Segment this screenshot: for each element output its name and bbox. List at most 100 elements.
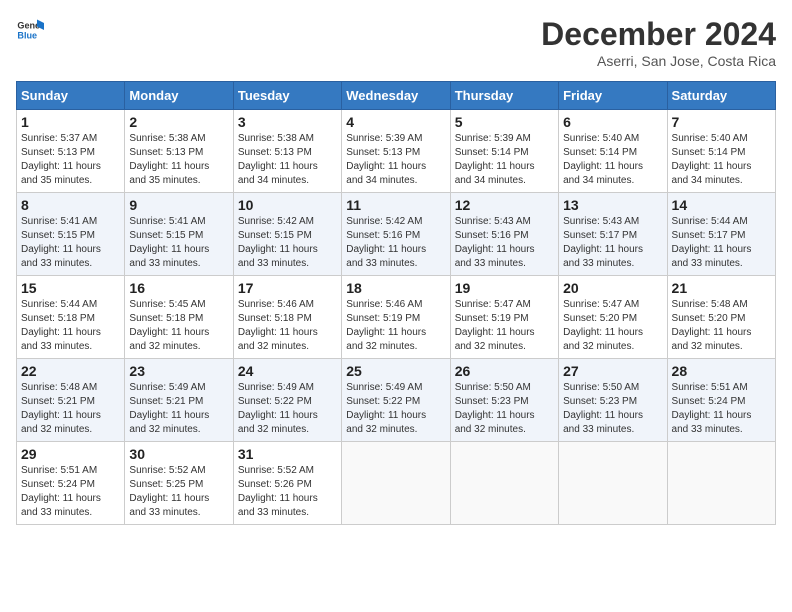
day-number: 13 [563, 197, 662, 213]
day-info: Sunrise: 5:40 AM Sunset: 5:14 PM Dayligh… [672, 132, 771, 188]
day-info: Sunrise: 5:45 AM Sunset: 5:18 PM Dayligh… [129, 298, 228, 354]
day-number: 5 [455, 114, 554, 130]
title-block: December 2024 Aserri, San Jose, Costa Ri… [541, 16, 776, 69]
day-info: Sunrise: 5:48 AM Sunset: 5:20 PM Dayligh… [672, 298, 771, 354]
logo: General Blue [16, 16, 44, 44]
day-info: Sunrise: 5:43 AM Sunset: 5:16 PM Dayligh… [455, 215, 554, 271]
calendar-cell [450, 442, 558, 525]
day-info: Sunrise: 5:42 AM Sunset: 5:16 PM Dayligh… [346, 215, 445, 271]
calendar-cell: 28 Sunrise: 5:51 AM Sunset: 5:24 PM Dayli… [667, 359, 775, 442]
day-info: Sunrise: 5:51 AM Sunset: 5:24 PM Dayligh… [672, 381, 771, 437]
calendar-cell: 29Sunrise: 5:51 AM Sunset: 5:24 PM Dayli… [17, 442, 125, 525]
day-info: Sunrise: 5:50 AM Sunset: 5:23 PM Dayligh… [563, 381, 662, 437]
day-number: 16 [129, 280, 228, 296]
calendar-cell: 8 Sunrise: 5:41 AM Sunset: 5:15 PM Daylig… [17, 193, 125, 276]
day-info: Sunrise: 5:41 AM Sunset: 5:15 PM Dayligh… [129, 215, 228, 271]
day-info: Sunrise: 5:47 AM Sunset: 5:19 PM Dayligh… [455, 298, 554, 354]
day-info: Sunrise: 5:46 AM Sunset: 5:18 PM Dayligh… [238, 298, 337, 354]
calendar-cell: 12 Sunrise: 5:43 AM Sunset: 5:16 PM Dayli… [450, 193, 558, 276]
day-info: Sunrise: 5:42 AM Sunset: 5:15 PM Dayligh… [238, 215, 337, 271]
day-number: 4 [346, 114, 445, 130]
day-number: 6 [563, 114, 662, 130]
calendar-row: 8 Sunrise: 5:41 AM Sunset: 5:15 PM Daylig… [17, 193, 776, 276]
day-number: 14 [672, 197, 771, 213]
day-number: 17 [238, 280, 337, 296]
header-day: Sunday [17, 82, 125, 110]
day-number: 20 [563, 280, 662, 296]
day-info: Sunrise: 5:43 AM Sunset: 5:17 PM Dayligh… [563, 215, 662, 271]
day-info: Sunrise: 5:52 AM Sunset: 5:26 PM Dayligh… [238, 464, 337, 520]
page-header: General Blue December 2024 Aserri, San J… [16, 16, 776, 69]
day-info: Sunrise: 5:49 AM Sunset: 5:21 PM Dayligh… [129, 381, 228, 437]
day-info: Sunrise: 5:46 AM Sunset: 5:19 PM Dayligh… [346, 298, 445, 354]
day-info: Sunrise: 5:49 AM Sunset: 5:22 PM Dayligh… [346, 381, 445, 437]
calendar-cell: 31Sunrise: 5:52 AM Sunset: 5:26 PM Dayli… [233, 442, 341, 525]
calendar-cell: 21Sunrise: 5:48 AM Sunset: 5:20 PM Dayli… [667, 276, 775, 359]
day-info: Sunrise: 5:48 AM Sunset: 5:21 PM Dayligh… [21, 381, 120, 437]
calendar-cell: 17 Sunrise: 5:46 AM Sunset: 5:18 PM Dayli… [233, 276, 341, 359]
calendar-cell: 24Sunrise: 5:49 AM Sunset: 5:22 PM Dayli… [233, 359, 341, 442]
calendar-cell: 18Sunrise: 5:46 AM Sunset: 5:19 PM Dayli… [342, 276, 450, 359]
calendar-cell: 6 Sunrise: 5:40 AM Sunset: 5:14 PM Daylig… [559, 110, 667, 193]
calendar-cell [667, 442, 775, 525]
day-info: Sunrise: 5:40 AM Sunset: 5:14 PM Dayligh… [563, 132, 662, 188]
calendar-cell: 10 Sunrise: 5:42 AM Sunset: 5:15 PM Dayli… [233, 193, 341, 276]
header-day: Tuesday [233, 82, 341, 110]
calendar-cell [342, 442, 450, 525]
calendar-cell: 11 Sunrise: 5:42 AM Sunset: 5:16 PM Dayli… [342, 193, 450, 276]
calendar-cell: 14 Sunrise: 5:44 AM Sunset: 5:17 PM Dayli… [667, 193, 775, 276]
calendar-cell: 25 Sunrise: 5:49 AM Sunset: 5:22 PM Dayli… [342, 359, 450, 442]
header-day: Wednesday [342, 82, 450, 110]
calendar-cell: 2 Sunrise: 5:38 AM Sunset: 5:13 PM Daylig… [125, 110, 233, 193]
calendar-cell: 23 Sunrise: 5:49 AM Sunset: 5:21 PM Dayli… [125, 359, 233, 442]
calendar-cell: 20Sunrise: 5:47 AM Sunset: 5:20 PM Dayli… [559, 276, 667, 359]
day-number: 8 [21, 197, 120, 213]
day-info: Sunrise: 5:49 AM Sunset: 5:22 PM Dayligh… [238, 381, 337, 437]
calendar-cell: 5 Sunrise: 5:39 AM Sunset: 5:14 PM Daylig… [450, 110, 558, 193]
calendar-cell: 4 Sunrise: 5:39 AM Sunset: 5:13 PM Daylig… [342, 110, 450, 193]
day-number: 9 [129, 197, 228, 213]
calendar-row: 29Sunrise: 5:51 AM Sunset: 5:24 PM Dayli… [17, 442, 776, 525]
day-info: Sunrise: 5:44 AM Sunset: 5:17 PM Dayligh… [672, 215, 771, 271]
day-info: Sunrise: 5:39 AM Sunset: 5:14 PM Dayligh… [455, 132, 554, 188]
calendar-cell: 1 Sunrise: 5:37 AM Sunset: 5:13 PM Daylig… [17, 110, 125, 193]
calendar-cell: 19 Sunrise: 5:47 AM Sunset: 5:19 PM Dayli… [450, 276, 558, 359]
day-info: Sunrise: 5:51 AM Sunset: 5:24 PM Dayligh… [21, 464, 120, 520]
calendar-cell: 7 Sunrise: 5:40 AM Sunset: 5:14 PM Daylig… [667, 110, 775, 193]
logo-icon: General Blue [16, 16, 44, 44]
calendar-table: SundayMondayTuesdayWednesdayThursdayFrid… [16, 81, 776, 525]
day-number: 2 [129, 114, 228, 130]
header-row: SundayMondayTuesdayWednesdayThursdayFrid… [17, 82, 776, 110]
calendar-cell: 3Sunrise: 5:38 AM Sunset: 5:13 PM Daylig… [233, 110, 341, 193]
calendar-row: 15 Sunrise: 5:44 AM Sunset: 5:18 PM Dayli… [17, 276, 776, 359]
day-info: Sunrise: 5:50 AM Sunset: 5:23 PM Dayligh… [455, 381, 554, 437]
day-info: Sunrise: 5:41 AM Sunset: 5:15 PM Dayligh… [21, 215, 120, 271]
day-number: 19 [455, 280, 554, 296]
day-info: Sunrise: 5:44 AM Sunset: 5:18 PM Dayligh… [21, 298, 120, 354]
day-number: 25 [346, 363, 445, 379]
day-number: 28 [672, 363, 771, 379]
calendar-cell: 9 Sunrise: 5:41 AM Sunset: 5:15 PM Daylig… [125, 193, 233, 276]
day-number: 7 [672, 114, 771, 130]
day-number: 12 [455, 197, 554, 213]
day-info: Sunrise: 5:38 AM Sunset: 5:13 PM Dayligh… [129, 132, 228, 188]
day-info: Sunrise: 5:39 AM Sunset: 5:13 PM Dayligh… [346, 132, 445, 188]
calendar-cell: 22 Sunrise: 5:48 AM Sunset: 5:21 PM Dayli… [17, 359, 125, 442]
day-number: 23 [129, 363, 228, 379]
day-number: 11 [346, 197, 445, 213]
calendar-cell: 30Sunrise: 5:52 AM Sunset: 5:25 PM Dayli… [125, 442, 233, 525]
header-day: Saturday [667, 82, 775, 110]
day-info: Sunrise: 5:38 AM Sunset: 5:13 PM Dayligh… [238, 132, 337, 188]
day-number: 30 [129, 446, 228, 462]
day-number: 22 [21, 363, 120, 379]
day-info: Sunrise: 5:37 AM Sunset: 5:13 PM Dayligh… [21, 132, 120, 188]
day-number: 26 [455, 363, 554, 379]
day-number: 15 [21, 280, 120, 296]
calendar-cell: 27 Sunrise: 5:50 AM Sunset: 5:23 PM Dayli… [559, 359, 667, 442]
calendar-cell: 16 Sunrise: 5:45 AM Sunset: 5:18 PM Dayli… [125, 276, 233, 359]
calendar-cell: 15 Sunrise: 5:44 AM Sunset: 5:18 PM Dayli… [17, 276, 125, 359]
day-number: 27 [563, 363, 662, 379]
day-number: 1 [21, 114, 120, 130]
day-number: 10 [238, 197, 337, 213]
calendar-row: 1 Sunrise: 5:37 AM Sunset: 5:13 PM Daylig… [17, 110, 776, 193]
